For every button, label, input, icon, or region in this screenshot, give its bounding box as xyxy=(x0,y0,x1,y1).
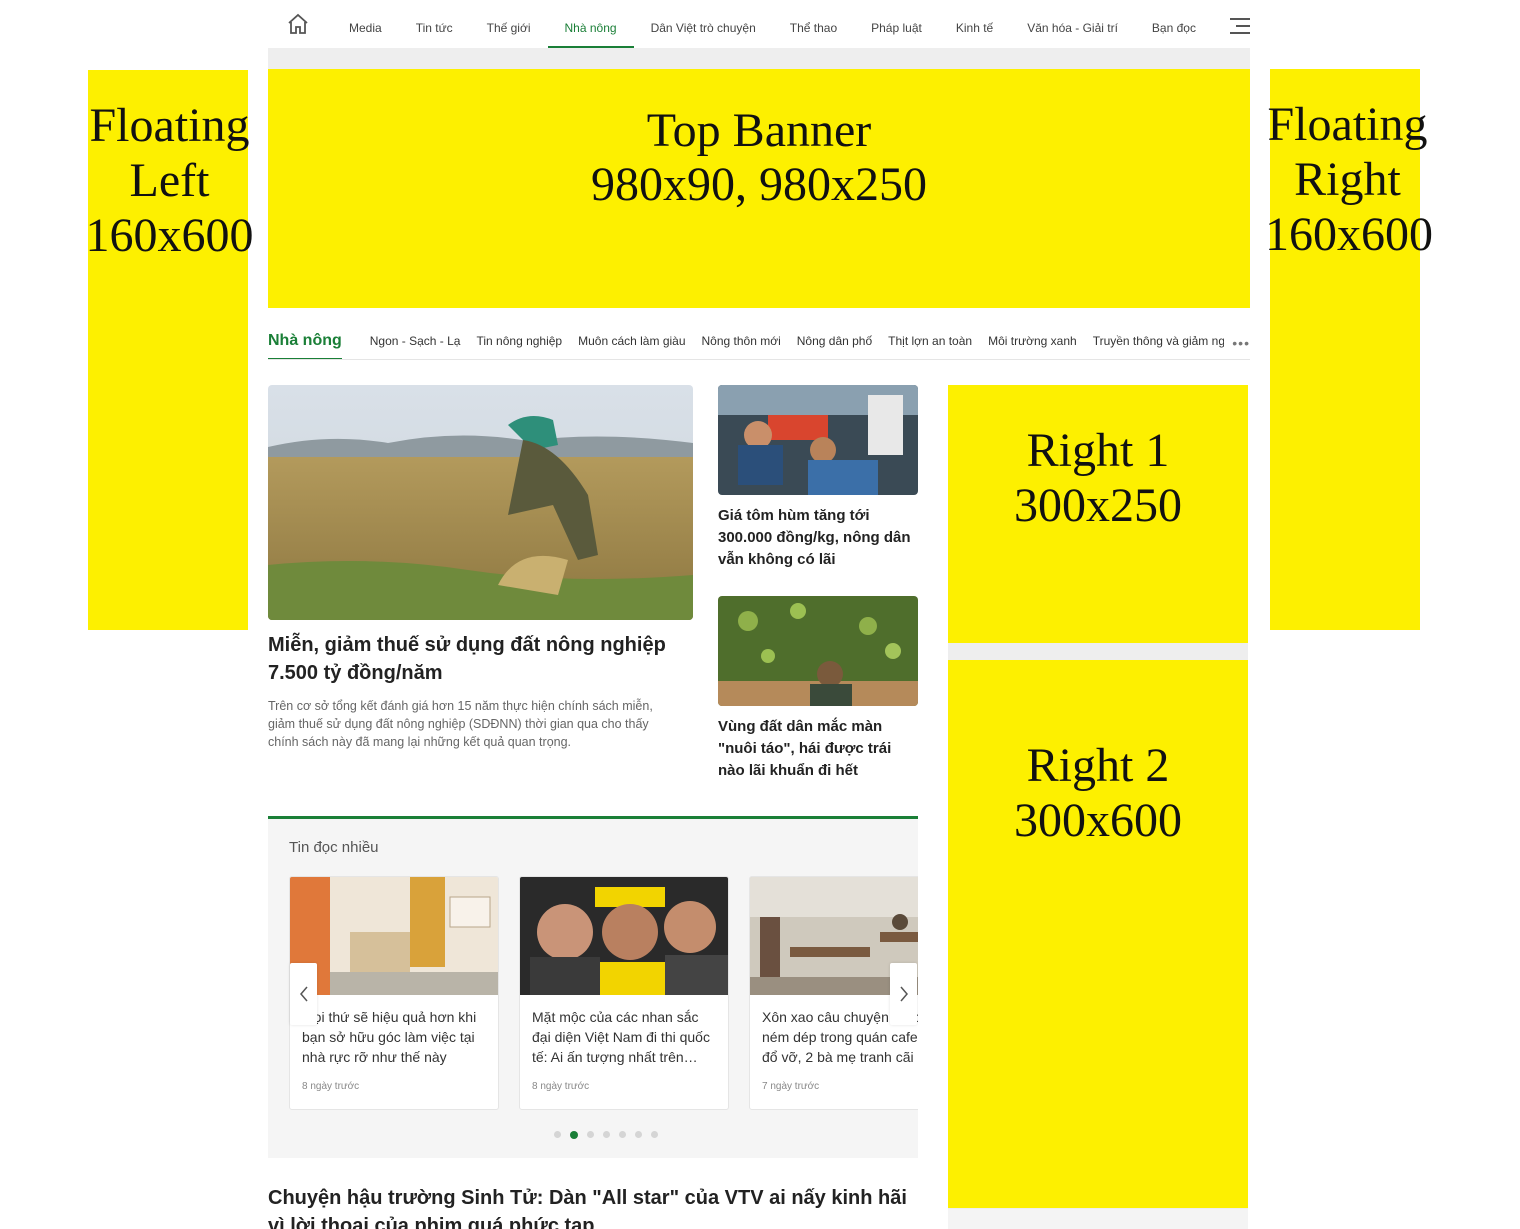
carousel-dot[interactable] xyxy=(634,1131,642,1138)
most-read-card-image[interactable] xyxy=(520,877,728,995)
carousel-pagination xyxy=(268,1130,918,1139)
ad-floating-right[interactable]: Floating Right 160x600 xyxy=(1265,69,1433,630)
most-read-title: Tin đọc nhiều xyxy=(289,839,379,856)
ad-right-1[interactable]: Right 1 300x250 xyxy=(948,385,1248,643)
nav-item-tin-tuc[interactable]: Tin tức xyxy=(399,0,470,48)
section-title[interactable]: Nhà nông xyxy=(268,322,342,359)
side-article-image[interactable] xyxy=(718,596,918,706)
ad-label: Right 2 xyxy=(1026,739,1170,792)
nav-item-dan-viet-tro-chuyen[interactable]: Dân Việt trò chuyện xyxy=(634,0,773,48)
nav-item-ban-doc[interactable]: Bạn đọc xyxy=(1135,0,1213,48)
nav-item-nha-nong[interactable]: Nhà nông xyxy=(547,0,634,48)
subnav-item-ngon-sach-la[interactable]: Ngon - Sạch - Lạ xyxy=(370,322,461,359)
featured-article-summary: Trên cơ sở tổng kết đánh giá hơn 15 năm … xyxy=(268,699,653,749)
carousel-dot[interactable] xyxy=(553,1131,561,1138)
more-dots-icon[interactable]: ••• xyxy=(1224,332,1250,359)
ad-label: Right xyxy=(1294,153,1401,206)
subnav-item-truyen-thong-giam-ngheo[interactable]: Truyền thông và giảm nghèo xyxy=(1093,322,1245,359)
most-read-widget: Tin đọc nhiều Mọi thứ sẽ hiệu quả hơn kh… xyxy=(268,816,918,1158)
ad-separator xyxy=(948,1208,1248,1229)
subnav-item-nong-thon-moi[interactable]: Nông thôn mới xyxy=(702,322,781,359)
ad-size: 300x250 xyxy=(1014,479,1182,532)
most-read-card-title[interactable]: Mặt mộc của các nhan sắc đại diện Việt N… xyxy=(532,1007,716,1067)
ad-size: 160x600 xyxy=(1265,208,1433,261)
carousel-dot[interactable] xyxy=(602,1131,610,1138)
carousel-prev-button[interactable] xyxy=(290,963,317,1025)
carousel-dot[interactable] xyxy=(586,1131,594,1138)
nav-item-phap-luat[interactable]: Pháp luật xyxy=(854,0,939,48)
nav-item-van-hoa-giai-tri[interactable]: Văn hóa - Giải trí xyxy=(1010,0,1135,48)
nav-item-kinh-te[interactable]: Kinh tế xyxy=(939,0,1010,48)
home-icon[interactable] xyxy=(286,12,310,36)
ad-label: Floating xyxy=(1267,98,1428,151)
carousel-dot[interactable] xyxy=(618,1131,626,1138)
most-read-card-time: 8 ngày trước xyxy=(302,1081,360,1092)
subnav-item-muon-cach-lam-giau[interactable]: Muôn cách làm giàu xyxy=(578,322,685,359)
most-read-card-image[interactable] xyxy=(290,877,498,995)
side-article[interactable]: Giá tôm hùm tăng tới 300.000 đồng/kg, nô… xyxy=(718,385,918,571)
side-article-title[interactable]: Vùng đất dân mắc màn "nuôi táo", hái đượ… xyxy=(718,716,918,782)
ad-label: Top Banner xyxy=(646,104,872,157)
carousel-dot[interactable] xyxy=(569,1130,578,1139)
ad-label: Right 1 xyxy=(1026,424,1170,477)
most-read-card[interactable]: Mọi thứ sẽ hiệu quả hơn khi bạn sở hữu g… xyxy=(289,876,499,1110)
most-read-card-title[interactable]: Mọi thứ sẽ hiệu quả hơn khi bạn sở hữu g… xyxy=(302,1007,486,1067)
subnav-item-thit-lon-an-toan[interactable]: Thịt lợn an toàn xyxy=(888,322,972,359)
side-article-title[interactable]: Giá tôm hùm tăng tới 300.000 đồng/kg, nô… xyxy=(718,505,918,571)
featured-article-image[interactable] xyxy=(268,385,693,620)
ad-size: 980x90, 980x250 xyxy=(591,158,927,211)
featured-article-title[interactable]: Miễn, giảm thuế sử dụng đất nông nghiệp … xyxy=(268,631,693,687)
subnav-item-nong-dan-pho[interactable]: Nông dân phố xyxy=(797,322,872,359)
ad-right-2[interactable]: Right 2 300x600 xyxy=(948,660,1248,1208)
ad-label: Left xyxy=(129,154,210,207)
nav-item-the-gioi[interactable]: Thế giới xyxy=(470,0,548,48)
ad-label: Floating xyxy=(89,99,250,152)
carousel-next-button[interactable] xyxy=(890,963,917,1025)
chevron-left-icon xyxy=(299,986,308,1002)
side-article[interactable]: Vùng đất dân mắc màn "nuôi táo", hái đượ… xyxy=(718,596,918,782)
side-article-image[interactable] xyxy=(718,385,918,495)
most-read-card[interactable]: Mặt mộc của các nhan sắc đại diện Việt N… xyxy=(519,876,729,1110)
carousel-dot[interactable] xyxy=(650,1131,658,1138)
ad-size: 160x600 xyxy=(85,209,254,262)
ad-floating-left[interactable]: Floating Left 160x600 xyxy=(86,70,254,630)
subnav-item-tin-nong-nghiep[interactable]: Tin nông nghiệp xyxy=(476,322,562,359)
most-read-card-time: 7 ngày trước xyxy=(762,1081,820,1092)
article-title[interactable]: Chuyện hậu trường Sinh Tử: Dàn "All star… xyxy=(268,1184,918,1229)
section-subnav: Nhà nông Ngon - Sạch - Lạ Tin nông nghiệ… xyxy=(268,322,1250,360)
ad-top-banner[interactable]: Top Banner 980x90, 980x250 xyxy=(268,69,1250,308)
ad-size: 300x600 xyxy=(1014,794,1182,847)
nav-item-the-thao[interactable]: Thể thao xyxy=(773,0,854,48)
top-navigation: Media Tin tức Thế giới Nhà nông Dân Việt… xyxy=(268,0,1250,48)
most-read-card-time: 8 ngày trước xyxy=(532,1081,590,1092)
nav-divider-strip xyxy=(268,48,1250,69)
ad-separator xyxy=(948,643,1248,660)
nav-item-media[interactable]: Media xyxy=(332,0,399,48)
subnav-item-moi-truong-xanh[interactable]: Môi trường xanh xyxy=(988,322,1077,359)
hamburger-menu-icon[interactable] xyxy=(1230,18,1250,34)
chevron-right-icon xyxy=(899,986,908,1002)
